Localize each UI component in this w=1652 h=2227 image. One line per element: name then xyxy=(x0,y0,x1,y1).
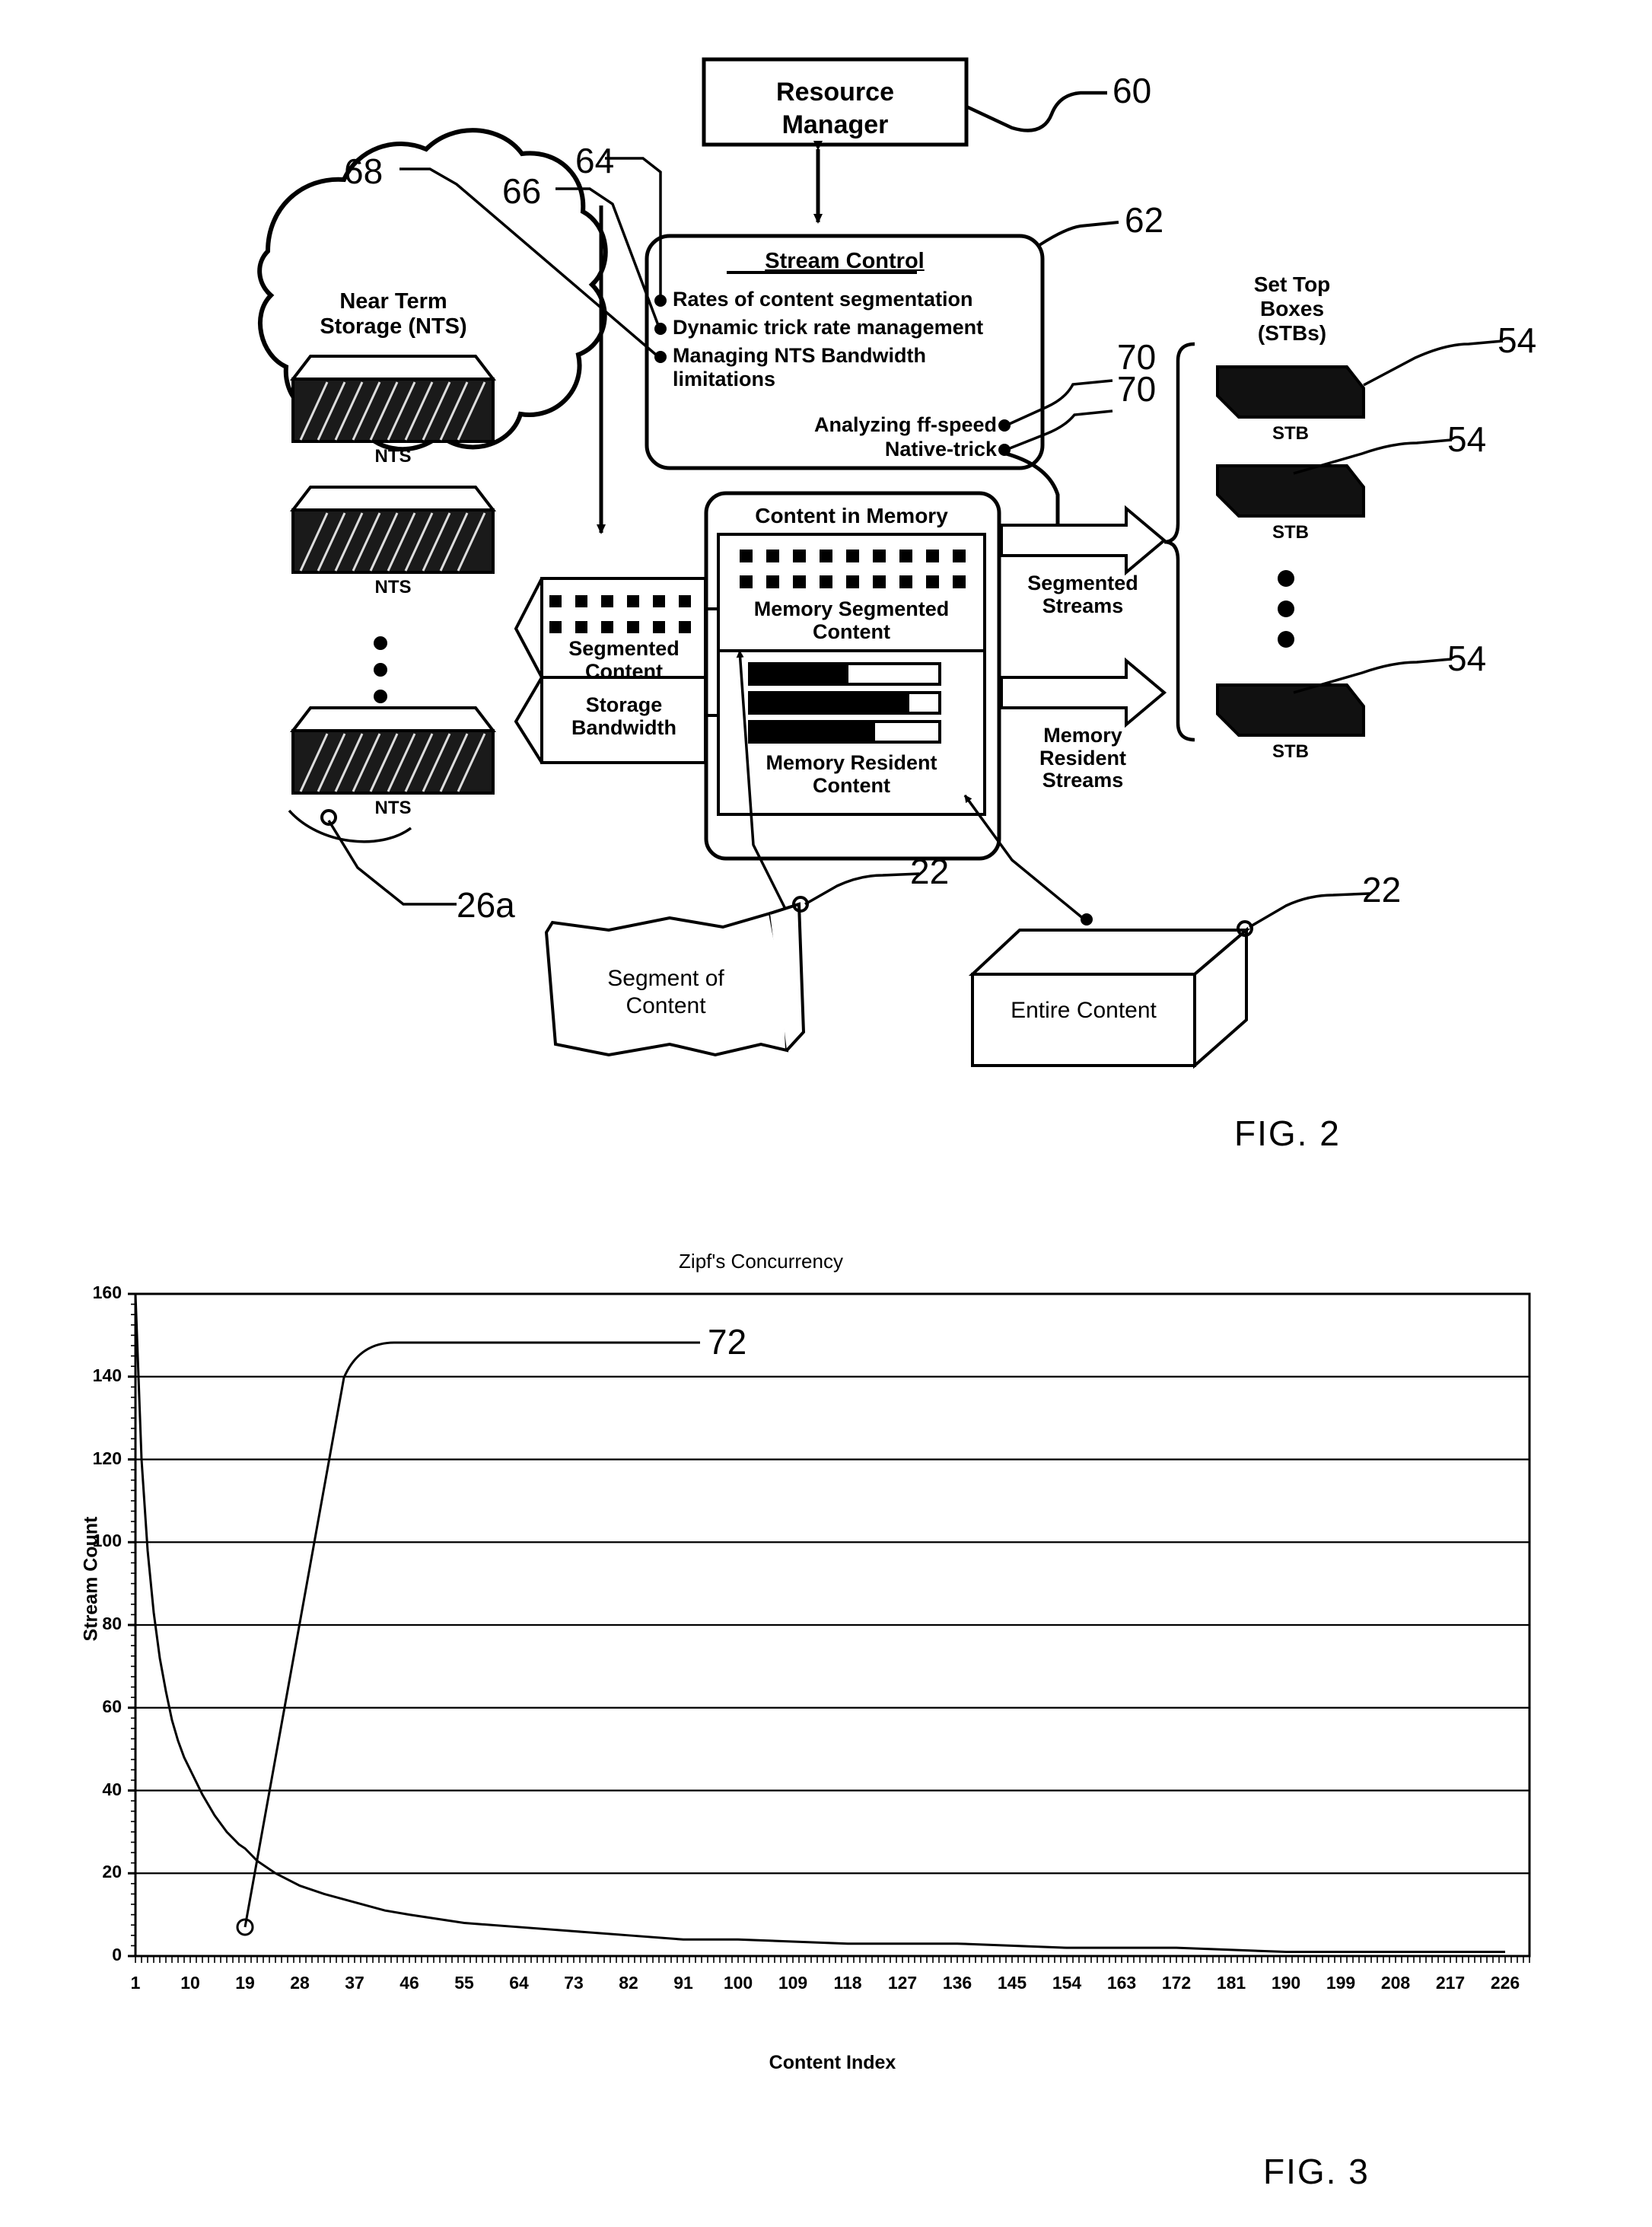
x-tick-181: 181 xyxy=(1216,1973,1246,1993)
memory-segmented-content-caption: Memory Segmented Content xyxy=(718,597,985,643)
x-tick-154: 154 xyxy=(1052,1973,1082,1993)
x-tick-199: 199 xyxy=(1326,1973,1356,1993)
stream-control-bullet-1: Dynamic trick rate management xyxy=(673,316,984,339)
x-tick-1: 1 xyxy=(130,1973,141,1993)
x-tick-73: 73 xyxy=(564,1973,584,1993)
ref-72: 72 xyxy=(708,1322,747,1362)
x-tick-19: 19 xyxy=(235,1973,255,1993)
x-tick-91: 91 xyxy=(673,1973,693,1993)
memory-resident-caption-line1: Memory Resident xyxy=(766,751,937,774)
segmented-streams-line2: Streams xyxy=(1042,594,1124,617)
y-tick-60: 60 xyxy=(102,1696,122,1716)
ref-26a: 26a xyxy=(457,885,515,925)
memory-resident-streams-line2: Resident xyxy=(1039,746,1127,769)
segmented-content-label: Segmented Content xyxy=(568,637,680,683)
x-tick-172: 172 xyxy=(1161,1973,1192,1993)
nts-cloud-title: Near Term Storage (NTS) xyxy=(268,289,519,340)
y-tick-20: 20 xyxy=(102,1862,122,1882)
memory-segmented-caption-line2: Content xyxy=(813,620,890,643)
stream-control-title: Stream Control xyxy=(765,249,925,273)
x-tick-163: 163 xyxy=(1106,1973,1137,1993)
nts-title-line2: Storage (NTS) xyxy=(320,314,467,339)
x-tick-145: 145 xyxy=(997,1973,1027,1993)
memory-resident-streams-line1: Memory xyxy=(1043,724,1122,747)
stb-label-2: STB xyxy=(1272,741,1309,762)
ref-22-a: 22 xyxy=(910,852,950,891)
x-axis-title: Content Index xyxy=(769,2052,896,2073)
segment-of-content-label: Segment of Content xyxy=(555,965,776,1020)
memory-segmented-caption-line1: Memory Segmented xyxy=(753,597,950,620)
stb-title-line2: Boxes xyxy=(1259,296,1325,320)
nts-title-line1: Near Term xyxy=(339,289,447,314)
stb-group-title: Set Top Boxes (STBs) xyxy=(1201,272,1383,346)
ref-68: 68 xyxy=(344,151,384,191)
stream-control-right-bullet-0: Analyzing ff-speed xyxy=(813,413,997,436)
x-tick-46: 46 xyxy=(399,1973,419,1993)
memory-resident-content-caption: Memory Resident Content xyxy=(718,751,985,797)
y-tick-160: 160 xyxy=(92,1282,122,1302)
nts-device-label-1: NTS xyxy=(374,577,412,597)
figure-3-label: FIG. 3 xyxy=(1263,2152,1370,2191)
x-tick-217: 217 xyxy=(1435,1973,1466,1993)
ref-54-a: 54 xyxy=(1498,320,1537,360)
x-tick-118: 118 xyxy=(833,1973,862,1993)
x-tick-127: 127 xyxy=(887,1973,918,1993)
nts-device-label-2: NTS xyxy=(374,798,412,818)
segmented-streams-label: Segmented Streams xyxy=(1003,572,1163,617)
resource-manager-line2: Manager xyxy=(781,110,889,139)
memory-resident-streams-line3: Streams xyxy=(1042,769,1124,792)
x-tick-64: 64 xyxy=(509,1973,529,1993)
ref-64: 64 xyxy=(575,141,615,180)
figure-2: Resource Manager 60 Stream Control 62 Ra… xyxy=(0,0,1652,1157)
stb-label-1: STB xyxy=(1272,522,1309,543)
stb-label-0: STB xyxy=(1272,423,1309,444)
nts-device-label-0: NTS xyxy=(374,446,412,467)
ref-60: 60 xyxy=(1112,71,1152,110)
x-tick-208: 208 xyxy=(1380,1973,1411,1993)
storage-bandwidth-label: Storage Bandwidth xyxy=(571,693,676,739)
memory-resident-streams-label: Memory Resident Streams xyxy=(1003,724,1163,792)
segmented-streams-line1: Segmented xyxy=(1027,572,1138,594)
figure-2-linework xyxy=(257,57,1504,1069)
y-tick-0: 0 xyxy=(112,1945,122,1964)
stream-control-bullet-0: Rates of content segmentation xyxy=(673,288,973,311)
entire-content-label: Entire Content xyxy=(1011,998,1157,1023)
memory-resident-caption-line2: Content xyxy=(813,773,890,797)
stream-control-bullet-2: Managing NTS Bandwidth limitations xyxy=(673,344,926,391)
ref-70-b: 70 xyxy=(1117,369,1157,409)
ref-66: 66 xyxy=(502,171,542,211)
segment-of-content-line2: Content xyxy=(625,993,706,1018)
x-tick-37: 37 xyxy=(345,1973,364,1993)
ref-22-b: 22 xyxy=(1362,870,1402,910)
ref-62: 62 xyxy=(1125,200,1164,240)
y-axis-title: Stream Count xyxy=(80,1516,102,1642)
resource-manager-line1: Resource xyxy=(776,78,894,107)
y-tick-40: 40 xyxy=(102,1779,122,1799)
resource-manager-box: Resource Manager xyxy=(704,76,966,141)
x-tick-136: 136 xyxy=(942,1973,972,1993)
segment-of-content-line1: Segment of xyxy=(607,966,724,991)
ref-54-b: 54 xyxy=(1447,419,1487,459)
x-tick-55: 55 xyxy=(454,1973,474,1993)
x-tick-226: 226 xyxy=(1490,1973,1520,1993)
x-tick-82: 82 xyxy=(619,1973,638,1993)
content-in-memory-title: Content in Memory xyxy=(755,504,948,527)
x-tick-100: 100 xyxy=(723,1973,753,1993)
x-tick-10: 10 xyxy=(180,1973,200,1993)
figure-3: Zipf's Concurrency 0 20 40 60 80 100 120… xyxy=(0,1142,1652,2227)
ref-54-c: 54 xyxy=(1447,639,1487,678)
stb-title-line1: Set Top xyxy=(1253,272,1331,296)
x-tick-190: 190 xyxy=(1271,1973,1301,1993)
x-tick-109: 109 xyxy=(778,1973,808,1993)
x-tick-28: 28 xyxy=(290,1973,310,1993)
stb-title-line3: (STBs) xyxy=(1257,320,1327,345)
stream-control-right-bullet-1: Native-trick xyxy=(884,438,997,460)
y-tick-140: 140 xyxy=(92,1365,122,1385)
